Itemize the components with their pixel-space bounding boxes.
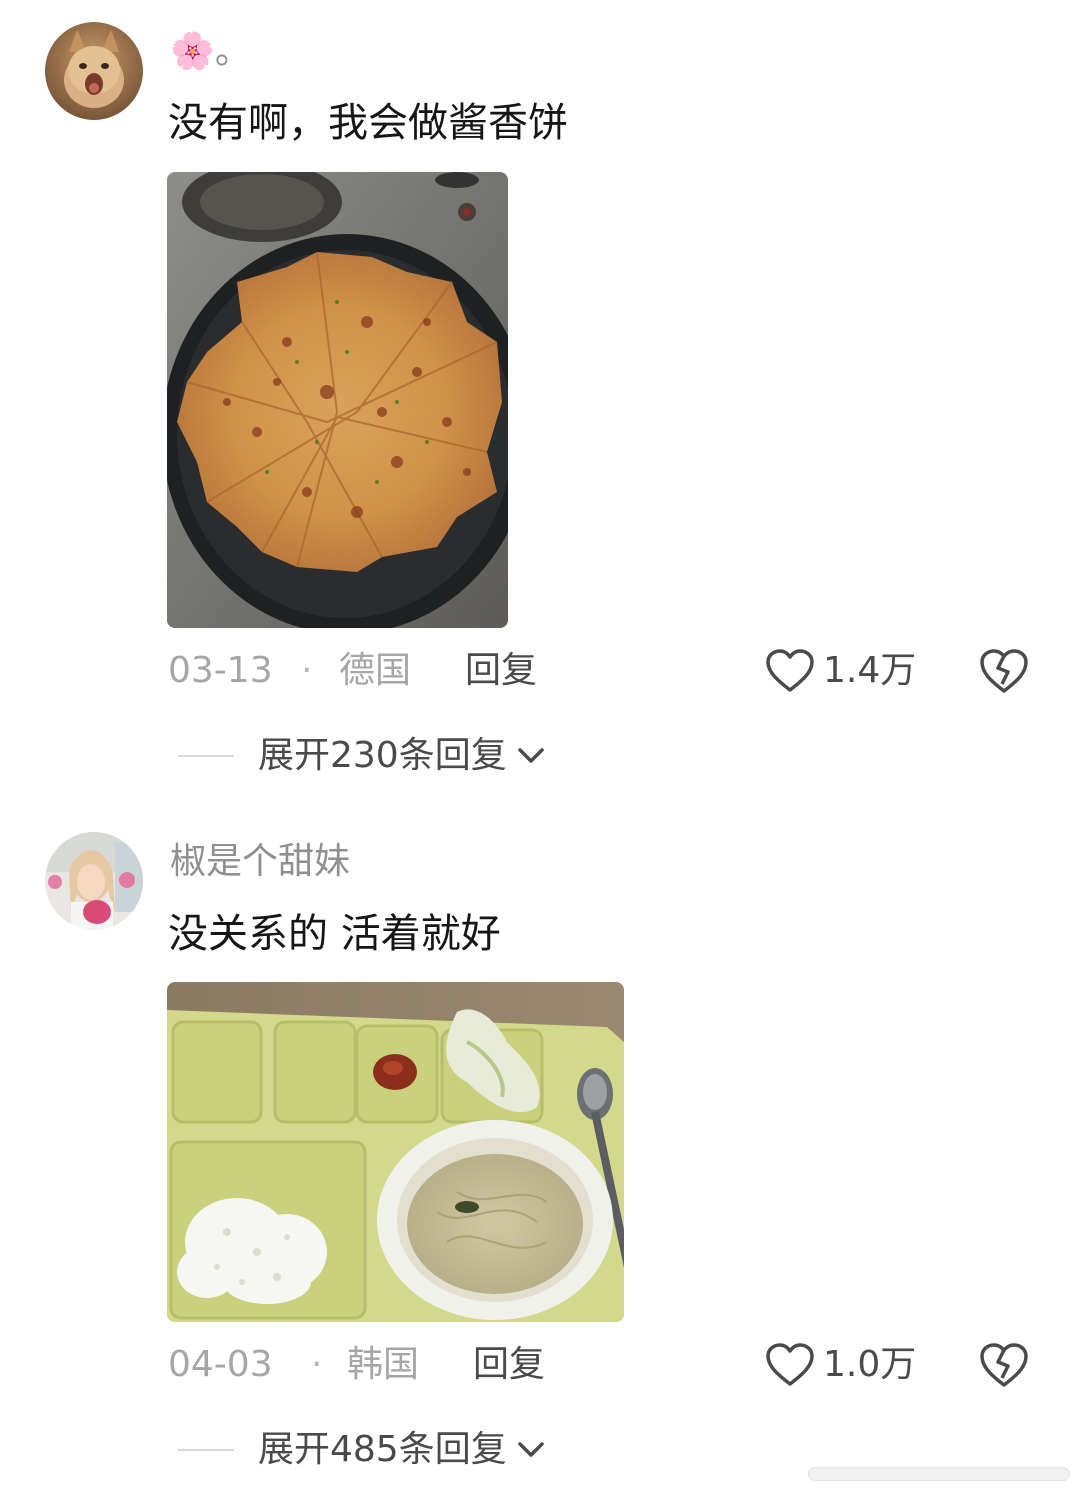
home-indicator[interactable] [808, 1467, 1070, 1481]
dislike-button[interactable] [978, 1340, 1030, 1390]
avatar[interactable] [45, 22, 143, 120]
avatar[interactable] [45, 832, 143, 930]
comment-location: 韩国 [347, 1344, 420, 1385]
meta-separator: · [311, 1344, 323, 1385]
heart-icon [766, 649, 814, 692]
like-button[interactable]: 1.4万 [765, 646, 916, 696]
expand-replies-button[interactable]: 展开485条回复 [178, 1425, 547, 1475]
like-count: 1.4万 [823, 650, 917, 691]
expand-replies-label: 展开485条回复 [258, 1429, 507, 1470]
dislike-button[interactable] [978, 646, 1030, 696]
divider-line [178, 1449, 234, 1451]
like-count: 1.0万 [823, 1344, 917, 1385]
comment-date: 03-13 [168, 650, 273, 691]
comment-text: 没有啊，我会做酱香饼 [168, 100, 568, 146]
reply-button[interactable]: 回复 [465, 646, 537, 696]
like-button[interactable]: 1.0万 [765, 1340, 916, 1390]
chevron-down-icon [517, 1442, 544, 1457]
divider-line [178, 755, 234, 757]
username[interactable]: 椒是个甜妹 [170, 840, 350, 884]
meta-separator: · [301, 650, 313, 691]
chevron-down-icon [517, 748, 544, 763]
comment-date: 04-03 [168, 1344, 273, 1385]
reply-button[interactable]: 回复 [473, 1340, 545, 1390]
username[interactable]: 🌸。 [170, 30, 251, 74]
comment-location: 德国 [339, 650, 412, 691]
broken-heart-icon [980, 1343, 1028, 1387]
expand-replies-label: 展开230条回复 [258, 735, 507, 776]
expand-replies-button[interactable]: 展开230条回复 [178, 731, 547, 781]
heart-icon [766, 1343, 814, 1386]
comment-photo[interactable] [167, 172, 508, 628]
broken-heart-icon [980, 649, 1028, 693]
comment-photo[interactable] [167, 982, 624, 1322]
comment-text: 没关系的 活着就好 [168, 911, 501, 957]
